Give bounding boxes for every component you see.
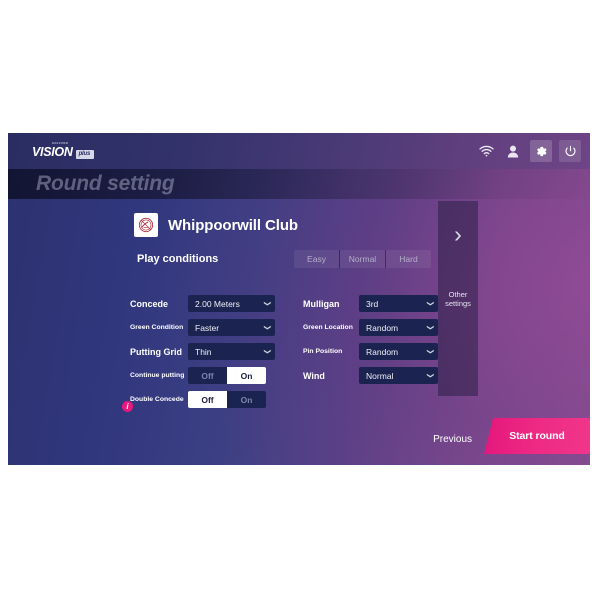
- toggle-double-concede[interactable]: Off On: [188, 391, 266, 408]
- difficulty-tabs: Easy Normal Hard: [294, 250, 431, 268]
- course-crest-icon: [134, 213, 158, 237]
- app-screen: GOLFZON VISION plus Round setting Whippo…: [8, 133, 590, 465]
- start-round-button[interactable]: Start round: [484, 418, 590, 454]
- difficulty-tab-hard[interactable]: Hard: [386, 250, 431, 268]
- toggle-segment-on[interactable]: On: [227, 367, 266, 384]
- option-label: Green Condition: [130, 324, 184, 331]
- gear-icon[interactable]: [530, 140, 552, 162]
- chevron-down-icon: ❯: [426, 372, 434, 379]
- option-row: Concede 2.00 Meters ❯: [130, 295, 275, 312]
- info-icon[interactable]: i: [122, 401, 133, 412]
- logo-wordmark: VISION: [32, 145, 73, 159]
- chevron-down-icon: ❯: [263, 300, 271, 307]
- option-row: Mulligan 3rd ❯: [303, 295, 438, 312]
- select-green-condition[interactable]: Faster ❯: [188, 319, 275, 336]
- option-row: Green Location Random ❯: [303, 319, 438, 336]
- option-label: Green Location: [303, 324, 353, 331]
- chevron-down-icon: ❯: [426, 348, 434, 355]
- option-row: Wind Normal ❯: [303, 367, 438, 384]
- select-value: Faster: [195, 322, 220, 333]
- logo-subtext: GOLFZON: [52, 142, 69, 145]
- chevron-down-icon: ❯: [426, 300, 434, 307]
- select-mulligan[interactable]: 3rd ❯: [359, 295, 438, 312]
- select-value: 2.00 Meters: [195, 298, 240, 309]
- difficulty-tab-normal[interactable]: Normal: [340, 250, 386, 268]
- select-green-location[interactable]: Random ❯: [359, 319, 438, 336]
- right-options-column: Mulligan 3rd ❯ Green Location Random ❯ Pin Pos…: [303, 295, 438, 391]
- option-label: Concede: [130, 298, 169, 309]
- chevron-down-icon: ❯: [426, 324, 434, 331]
- course-heading: Whippoorwill Club: [134, 213, 298, 237]
- top-bar: GOLFZON VISION plus: [8, 133, 590, 169]
- toggle-segment-on[interactable]: On: [227, 391, 266, 408]
- select-wind[interactable]: Normal ❯: [359, 367, 438, 384]
- other-settings-label-line2: settings: [445, 299, 471, 308]
- select-concede[interactable]: 2.00 Meters ❯: [188, 295, 275, 312]
- option-label: Mulligan: [303, 298, 340, 309]
- logo-plus-badge: plus: [75, 150, 95, 159]
- chevron-right-icon[interactable]: ›: [454, 223, 462, 246]
- select-value: Random: [366, 346, 399, 357]
- power-icon[interactable]: [559, 140, 581, 162]
- other-settings-label-line1: Other: [448, 290, 468, 299]
- toggle-segment-off[interactable]: Off: [188, 367, 227, 384]
- course-name: Whippoorwill Club: [168, 216, 298, 234]
- other-settings-label: Other settings: [445, 290, 471, 308]
- select-pin-position[interactable]: Random ❯: [359, 343, 438, 360]
- difficulty-tab-easy[interactable]: Easy: [294, 250, 340, 268]
- option-row: Continue putting Off On: [130, 367, 275, 384]
- select-value: Random: [366, 322, 399, 333]
- user-icon[interactable]: [503, 141, 523, 161]
- start-round-label: Start round: [509, 430, 565, 442]
- page-title: Round setting: [36, 172, 175, 195]
- option-label: Continue putting: [130, 372, 185, 379]
- option-label: Wind: [303, 370, 325, 381]
- toggle-continue-putting[interactable]: Off On: [188, 367, 266, 384]
- option-row: Double Concede Off On: [130, 391, 275, 408]
- toggle-segment-off[interactable]: Off: [188, 391, 227, 408]
- wifi-icon[interactable]: [476, 141, 496, 161]
- option-row: Putting Grid Thin ❯: [130, 343, 275, 360]
- select-value: Normal: [366, 370, 394, 381]
- brand-logo: GOLFZON VISION plus: [32, 142, 118, 161]
- select-value: Thin: [195, 346, 212, 357]
- option-row: Green Condition Faster ❯: [130, 319, 275, 336]
- select-value: 3rd: [366, 298, 379, 309]
- previous-button[interactable]: Previous: [433, 427, 472, 453]
- option-label: Putting Grid: [130, 346, 182, 357]
- section-heading: Play conditions: [137, 253, 219, 265]
- option-row: Pin Position Random ❯: [303, 343, 438, 360]
- option-label: Double Concede: [130, 396, 184, 403]
- option-label: Pin Position: [303, 348, 343, 355]
- chevron-down-icon: ❯: [263, 324, 271, 331]
- system-icon-tray: [476, 138, 581, 164]
- chevron-down-icon: ❯: [263, 348, 271, 355]
- left-options-column: Concede 2.00 Meters ❯ Green Condition Faster…: [130, 295, 275, 415]
- other-settings-panel[interactable]: › Other settings: [438, 201, 478, 396]
- select-putting-grid[interactable]: Thin ❯: [188, 343, 275, 360]
